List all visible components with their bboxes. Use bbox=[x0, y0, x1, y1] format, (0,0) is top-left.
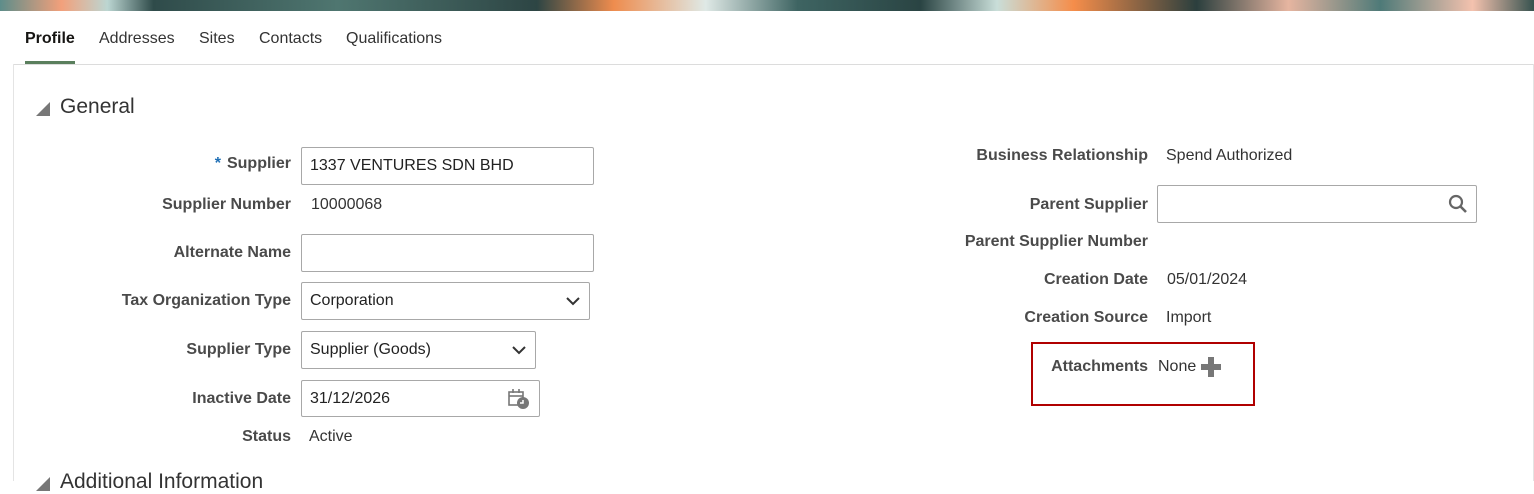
business-relationship-value: Spend Authorized bbox=[1166, 147, 1293, 164]
triangle-icon bbox=[36, 477, 50, 491]
supplier-input[interactable]: 1337 VENTURES SDN BHD bbox=[301, 147, 594, 185]
status-value: Active bbox=[309, 428, 353, 445]
section-title: General bbox=[60, 95, 135, 118]
alternate-name-label: Alternate Name bbox=[173, 244, 291, 261]
tab-addresses[interactable]: Addresses bbox=[99, 25, 175, 63]
general-section-toggle[interactable]: General bbox=[36, 94, 135, 120]
tab-profile[interactable]: Profile bbox=[25, 25, 75, 64]
status-label: Status bbox=[242, 428, 291, 445]
attachments-value: None bbox=[1158, 358, 1197, 375]
supplier-type-label: Supplier Type bbox=[186, 341, 291, 358]
tax-organization-type-label: Tax Organization Type bbox=[121, 292, 291, 309]
search-icon[interactable] bbox=[1448, 194, 1468, 214]
plus-icon[interactable] bbox=[1200, 356, 1222, 378]
parent-supplier-number-label: Parent Supplier Number bbox=[964, 233, 1148, 250]
inactive-date-label: Inactive Date bbox=[192, 390, 291, 407]
creation-source-value: Import bbox=[1166, 309, 1212, 326]
tab-contacts[interactable]: Contacts bbox=[259, 25, 322, 63]
additional-information-section-toggle[interactable]: Additional Information bbox=[36, 470, 263, 494]
additional-information-title: Additional Information bbox=[60, 470, 264, 493]
chevron-down-icon bbox=[512, 346, 526, 355]
creation-source-label: Creation Source bbox=[1024, 309, 1148, 326]
required-asterisk: * bbox=[214, 155, 221, 172]
alternate-name-input[interactable] bbox=[301, 234, 594, 272]
parent-supplier-label: Parent Supplier bbox=[1029, 196, 1148, 213]
attachments-label: Attachments bbox=[1051, 358, 1148, 375]
content-border-left bbox=[13, 64, 14, 481]
creation-date-label: Creation Date bbox=[1043, 271, 1148, 288]
tab-sites[interactable]: Sites bbox=[199, 25, 235, 63]
supplier-label: * Supplier bbox=[214, 155, 291, 172]
calendar-icon[interactable] bbox=[507, 388, 531, 410]
tab-bar: Profile Addresses Sites Contacts Qualifi… bbox=[13, 25, 1534, 65]
supplier-number-label: Supplier Number bbox=[162, 196, 291, 213]
chevron-down-icon bbox=[566, 297, 580, 306]
supplier-type-select[interactable]: Supplier (Goods) bbox=[301, 331, 536, 369]
tax-organization-type-select[interactable]: Corporation bbox=[301, 282, 590, 320]
header-banner-image bbox=[0, 0, 1534, 11]
inactive-date-input[interactable]: 31/12/2026 bbox=[301, 380, 540, 417]
supplier-number-value: 10000068 bbox=[311, 196, 383, 213]
creation-date-value: 05/01/2024 bbox=[1167, 271, 1248, 288]
tab-qualifications[interactable]: Qualifications bbox=[346, 25, 442, 63]
parent-supplier-input[interactable] bbox=[1157, 185, 1477, 223]
business-relationship-label: Business Relationship bbox=[976, 147, 1148, 164]
triangle-icon bbox=[36, 102, 50, 116]
